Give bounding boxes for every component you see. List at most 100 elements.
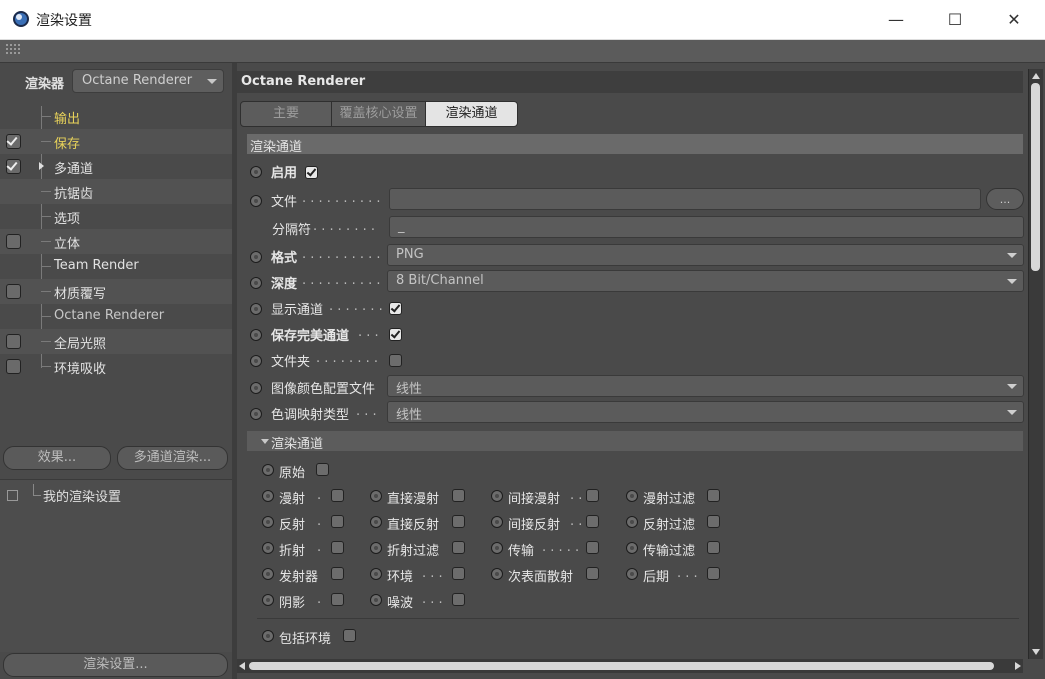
animate-radio[interactable]: [370, 594, 382, 606]
show-passes-checkbox[interactable]: [389, 302, 402, 315]
animate-radio[interactable]: [262, 464, 274, 476]
animate-radio[interactable]: [250, 251, 262, 263]
tree-item-save[interactable]: 保存: [0, 129, 232, 154]
scroll-left-icon[interactable]: [239, 662, 245, 670]
pass-checkbox[interactable]: [586, 567, 599, 580]
pass-checkbox[interactable]: [707, 515, 720, 528]
grip-icon[interactable]: [6, 44, 20, 58]
format-dropdown[interactable]: PNG: [387, 244, 1024, 266]
animate-radio[interactable]: [262, 594, 274, 606]
browse-button[interactable]: ...: [986, 188, 1024, 210]
pass-checkbox[interactable]: [586, 489, 599, 502]
animate-radio[interactable]: [262, 516, 274, 528]
color-profile-dropdown[interactable]: 线性: [387, 375, 1024, 397]
effects-button[interactable]: 效果...: [3, 446, 111, 470]
tree-item-output[interactable]: 输出: [0, 104, 232, 129]
tree-item-material-override[interactable]: 材质覆写: [0, 279, 232, 304]
animate-radio[interactable]: [370, 516, 382, 528]
expand-arrow-icon[interactable]: [39, 162, 44, 170]
maximize-button[interactable]: ☐: [935, 6, 975, 34]
tree-item-checkbox[interactable]: [6, 284, 21, 299]
depth-dropdown[interactable]: 8 Bit/Channel: [387, 270, 1024, 292]
tree-item-checkbox[interactable]: [6, 134, 21, 149]
pass-checkbox[interactable]: [452, 567, 465, 580]
pass-checkbox[interactable]: [586, 515, 599, 528]
tree-item-checkbox[interactable]: [6, 359, 21, 374]
animate-radio[interactable]: [250, 382, 262, 394]
close-button[interactable]: ✕: [994, 6, 1034, 34]
save-beauty-checkbox[interactable]: [389, 328, 402, 341]
tree-item-checkbox[interactable]: [6, 334, 21, 349]
preset-item[interactable]: 我的渲染设置: [0, 484, 232, 506]
tree-item-antialiasing[interactable]: 抗锯齿: [0, 179, 232, 204]
tree-item-checkbox[interactable]: [6, 159, 21, 174]
file-path-input[interactable]: [389, 188, 981, 210]
renderer-dropdown[interactable]: Octane Renderer: [72, 69, 224, 93]
tree-item-options[interactable]: 选项: [0, 204, 232, 229]
animate-radio[interactable]: [626, 490, 638, 502]
animate-radio[interactable]: [262, 568, 274, 580]
animate-radio[interactable]: [250, 195, 262, 207]
tree-item-stereo[interactable]: 立体: [0, 229, 232, 254]
tab-override-core[interactable]: 覆盖核心设置: [331, 101, 426, 127]
pass-checkbox[interactable]: [707, 567, 720, 580]
animate-radio[interactable]: [250, 277, 262, 289]
scroll-down-icon[interactable]: [1032, 649, 1040, 655]
multipass-render-button[interactable]: 多通道渲染...: [117, 446, 228, 470]
pass-checkbox[interactable]: [331, 489, 344, 502]
animate-radio[interactable]: [370, 490, 382, 502]
animate-radio[interactable]: [250, 408, 262, 420]
pass-checkbox[interactable]: [331, 593, 344, 606]
pass-label: 传输: [508, 544, 535, 559]
tonemap-dropdown[interactable]: 线性: [387, 401, 1024, 423]
animate-radio[interactable]: [626, 568, 638, 580]
minimize-button[interactable]: —: [876, 6, 916, 34]
animate-radio[interactable]: [370, 542, 382, 554]
scroll-thumb[interactable]: [249, 662, 994, 670]
pass-checkbox[interactable]: [316, 463, 329, 476]
animate-radio[interactable]: [370, 568, 382, 580]
animate-radio[interactable]: [262, 630, 274, 642]
pass-checkbox[interactable]: [331, 541, 344, 554]
enable-checkbox[interactable]: [305, 166, 318, 179]
animate-radio[interactable]: [626, 516, 638, 528]
pass-checkbox[interactable]: [331, 515, 344, 528]
passes-group-header[interactable]: 渲染通道: [247, 431, 1023, 452]
folder-checkbox[interactable]: [389, 354, 402, 367]
pass-checkbox[interactable]: [452, 515, 465, 528]
tree-item-checkbox[interactable]: [6, 234, 21, 249]
pass-checkbox[interactable]: [331, 567, 344, 580]
animate-radio[interactable]: [262, 542, 274, 554]
pass-checkbox[interactable]: [452, 541, 465, 554]
pass-checkbox[interactable]: [452, 593, 465, 606]
tree-item-global-illumination[interactable]: 全局光照: [0, 329, 232, 354]
animate-radio[interactable]: [250, 166, 262, 178]
tab-main[interactable]: 主要: [240, 101, 332, 127]
animate-radio[interactable]: [491, 568, 503, 580]
tree-item-multipass[interactable]: 多通道: [0, 154, 232, 179]
animate-radio[interactable]: [262, 490, 274, 502]
tree-item-octane-renderer[interactable]: Octane Renderer: [0, 304, 232, 329]
pass-checkbox[interactable]: [707, 541, 720, 554]
horizontal-scrollbar[interactable]: [237, 659, 1023, 673]
scroll-up-icon[interactable]: [1032, 73, 1040, 79]
tree-item-ambient-occlusion[interactable]: 环境吸收: [0, 354, 232, 379]
scroll-right-icon[interactable]: [1015, 662, 1021, 670]
tab-render-passes[interactable]: 渲染通道: [425, 101, 518, 127]
separator-input[interactable]: _: [389, 216, 1024, 238]
tree-item-team-render[interactable]: Team Render: [0, 254, 232, 279]
animate-radio[interactable]: [250, 303, 262, 315]
render-settings-button[interactable]: 渲染设置...: [3, 653, 228, 677]
animate-radio[interactable]: [491, 516, 503, 528]
animate-radio[interactable]: [250, 355, 262, 367]
scroll-thumb[interactable]: [1031, 83, 1040, 271]
animate-radio[interactable]: [491, 490, 503, 502]
include-env-checkbox[interactable]: [343, 629, 356, 642]
pass-checkbox[interactable]: [452, 489, 465, 502]
pass-checkbox[interactable]: [586, 541, 599, 554]
animate-radio[interactable]: [626, 542, 638, 554]
pass-checkbox[interactable]: [707, 489, 720, 502]
vertical-scrollbar[interactable]: [1028, 69, 1043, 659]
animate-radio[interactable]: [491, 542, 503, 554]
animate-radio[interactable]: [250, 329, 262, 341]
